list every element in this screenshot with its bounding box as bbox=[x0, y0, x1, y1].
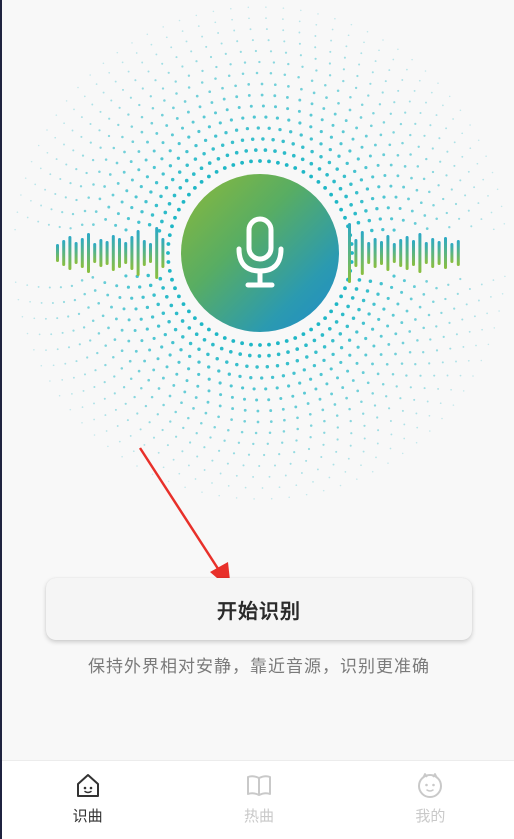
tab-recognize-label: 识曲 bbox=[72, 807, 103, 825]
tab-hot-songs[interactable]: 热曲 bbox=[173, 761, 344, 839]
bottom-tab-bar: 识曲 热曲 我的 bbox=[2, 760, 514, 839]
wave-bars-left bbox=[56, 227, 165, 279]
home-face-icon bbox=[76, 774, 99, 797]
record-mic-button[interactable] bbox=[181, 174, 339, 332]
tab-mine[interactable]: 我的 bbox=[345, 761, 514, 839]
tab-hot-songs-label: 热曲 bbox=[243, 807, 274, 825]
book-icon bbox=[246, 775, 271, 796]
hint-text: 保持外界相对安静，靠近音源，识别更准确 bbox=[88, 657, 430, 677]
microphone-icon bbox=[236, 216, 284, 288]
wave-bars-right bbox=[348, 223, 460, 283]
tab-recognize[interactable]: 识曲 bbox=[2, 761, 173, 839]
face-icon bbox=[418, 773, 443, 798]
app-screen: 开始识别 保持外界相对安静，靠近音源，识别更准确 识曲 热曲 我的 bbox=[0, 0, 514, 839]
tab-mine-label: 我的 bbox=[415, 807, 446, 825]
start-recognition-button[interactable]: 开始识别 bbox=[46, 578, 472, 640]
